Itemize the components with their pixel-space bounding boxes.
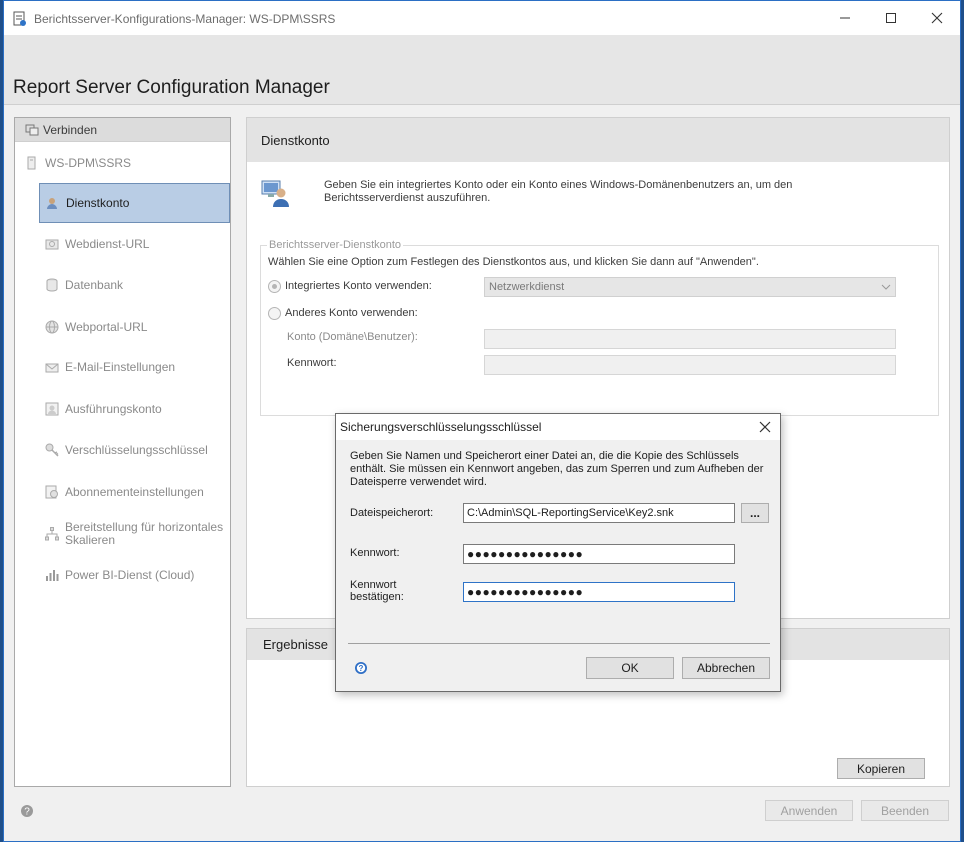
sidebar: Verbinden WS-DPM\SSRS Dienstkonto Webdie…: [14, 117, 231, 787]
connect-label: Verbinden: [43, 122, 98, 137]
sidebar-item-label: Bereitstellung für horizontales Skaliere…: [65, 520, 224, 547]
maximize-button[interactable]: [868, 1, 914, 35]
dialog-title-bar[interactable]: Sicherungsverschlüsselungsschlüssel: [336, 414, 780, 440]
app-header: Report Server Configuration Manager: [4, 35, 960, 105]
panel-heading: Dienstkonto: [247, 118, 949, 162]
dialog-separator: [348, 643, 770, 644]
sidebar-item-scale-out[interactable]: Bereitstellung für horizontales Skaliere…: [39, 514, 230, 554]
dialog-close-icon[interactable]: [758, 420, 772, 434]
confirm-label-line-2: bestätigen:: [350, 591, 404, 603]
ok-button[interactable]: OK: [586, 657, 674, 679]
sidebar-item-database[interactable]: Datenbank: [39, 265, 230, 305]
dialog-title: Sicherungsverschlüsselungsschlüssel: [340, 420, 542, 434]
cancel-button[interactable]: Abbrechen: [682, 657, 770, 679]
service-account-large-icon: [261, 180, 289, 207]
server-label: WS-DPM\SSRS: [45, 156, 132, 170]
minimize-icon: [840, 17, 850, 19]
sidebar-item-service-account[interactable]: Dienstkonto: [39, 183, 230, 223]
powerbi-icon: [46, 570, 59, 581]
database-icon: [46, 278, 58, 292]
other-account-radio[interactable]: [268, 307, 281, 320]
dialog-password-label: Kennwort:: [350, 547, 400, 559]
sidebar-item-label: Power BI-Dienst (Cloud): [65, 567, 195, 582]
sidebar-item-webservice-url[interactable]: Webdienst-URL: [39, 224, 230, 264]
sidebar-item-label: Ausführungskonto: [65, 401, 162, 416]
app-icon: [13, 11, 26, 26]
password-label: Kennwort:: [287, 357, 337, 369]
key-icon: [45, 443, 59, 457]
panel-intro-text: Geben Sie ein integriertes Konto oder ei…: [324, 179, 793, 204]
sidebar-item-powerbi[interactable]: Power BI-Dienst (Cloud): [39, 555, 230, 595]
builtin-account-label: Integriertes Konto verwenden:: [285, 280, 432, 292]
backup-key-dialog: Sicherungsverschlüsselungsschlüssel Gebe…: [335, 413, 781, 692]
svg-text:?: ?: [24, 807, 30, 818]
webservice-icon: [45, 239, 59, 250]
builtin-account-radio[interactable]: [268, 280, 281, 293]
dialog-description: Geben Sie Namen und Speicherort einer Da…: [350, 450, 764, 488]
password-input[interactable]: [484, 355, 896, 375]
svg-text:?: ?: [359, 664, 364, 673]
sidebar-item-label: Webportal-URL: [65, 319, 148, 334]
copy-button[interactable]: Kopieren: [837, 758, 925, 779]
service-account-group: Berichtsserver-Dienstkonto Wählen Sie ei…: [260, 239, 939, 416]
file-location-label: Dateispeicherort:: [350, 507, 434, 519]
minimize-button[interactable]: [822, 1, 868, 35]
server-node[interactable]: WS-DPM\SSRS: [25, 156, 131, 170]
sidebar-item-label: Abonnementeinstellungen: [65, 484, 204, 499]
service-account-icon: [47, 198, 57, 209]
sidebar-item-label: Verschlüsselungsschlüssel: [65, 442, 208, 457]
close-button[interactable]: [914, 1, 960, 35]
dialog-password-input[interactable]: ●●●●●●●●●●●●●●●: [463, 544, 735, 564]
file-location-input[interactable]: C:\Admin\SQL-ReportingService\Key2.snk: [463, 503, 735, 523]
other-account-label: Anderes Konto verwenden:: [285, 307, 418, 319]
server-icon: [27, 156, 36, 170]
exit-button[interactable]: Beenden: [861, 800, 949, 821]
apply-button[interactable]: Anwenden: [765, 800, 853, 821]
help-icon[interactable]: ?: [20, 804, 34, 818]
browse-button[interactable]: ...: [741, 503, 769, 523]
app-title: Report Server Configuration Manager: [13, 77, 330, 98]
builtin-account-value: Netzwerkdienst: [489, 281, 565, 293]
connect-icon: [25, 124, 39, 135]
sidebar-item-label: E-Mail-Einstellungen: [65, 359, 176, 374]
maximize-icon: [886, 13, 896, 23]
chevron-down-icon: [881, 284, 891, 290]
sidebar-item-email-settings[interactable]: E-Mail-Einstellungen: [39, 347, 230, 387]
confirm-password-input[interactable]: ●●●●●●●●●●●●●●●: [463, 582, 735, 602]
confirm-label-line-1: Kennwort: [350, 579, 397, 591]
confirm-password-label: Kennwort bestätigen:: [350, 579, 404, 603]
builtin-account-select[interactable]: Netzwerkdienst: [484, 277, 896, 297]
window-title: Berichtsserver-Konfigurations-Manager: W…: [34, 12, 336, 26]
sidebar-item-execution-account[interactable]: Ausführungskonto: [39, 389, 230, 429]
sidebar-item-label: Dienstkonto: [66, 195, 130, 210]
close-icon: [931, 12, 943, 24]
subscription-icon: [45, 485, 58, 499]
sidebar-item-subscription-settings[interactable]: Abonnementeinstellungen: [39, 472, 230, 512]
scaleout-icon: [45, 527, 59, 541]
execution-account-icon: [45, 402, 59, 416]
account-input[interactable]: [484, 329, 896, 349]
sidebar-item-label: Datenbank: [65, 277, 124, 292]
title-bar[interactable]: Berichtsserver-Konfigurations-Manager: W…: [4, 1, 960, 35]
email-icon: [45, 363, 59, 373]
account-label: Konto (Domäne\Benutzer):: [287, 331, 418, 343]
globe-icon: [45, 320, 59, 334]
sidebar-item-webportal-url[interactable]: Webportal-URL: [39, 307, 230, 347]
sidebar-item-label: Webdienst-URL: [65, 236, 150, 251]
connect-button[interactable]: Verbinden: [15, 118, 230, 142]
sidebar-item-encryption-keys[interactable]: Verschlüsselungsschlüssel: [39, 430, 230, 470]
group-instruction: Wählen Sie eine Option zum Festlegen des…: [268, 256, 759, 268]
group-legend: Berichtsserver-Dienstkonto: [267, 239, 404, 251]
dialog-help-icon[interactable]: ?: [354, 661, 368, 675]
